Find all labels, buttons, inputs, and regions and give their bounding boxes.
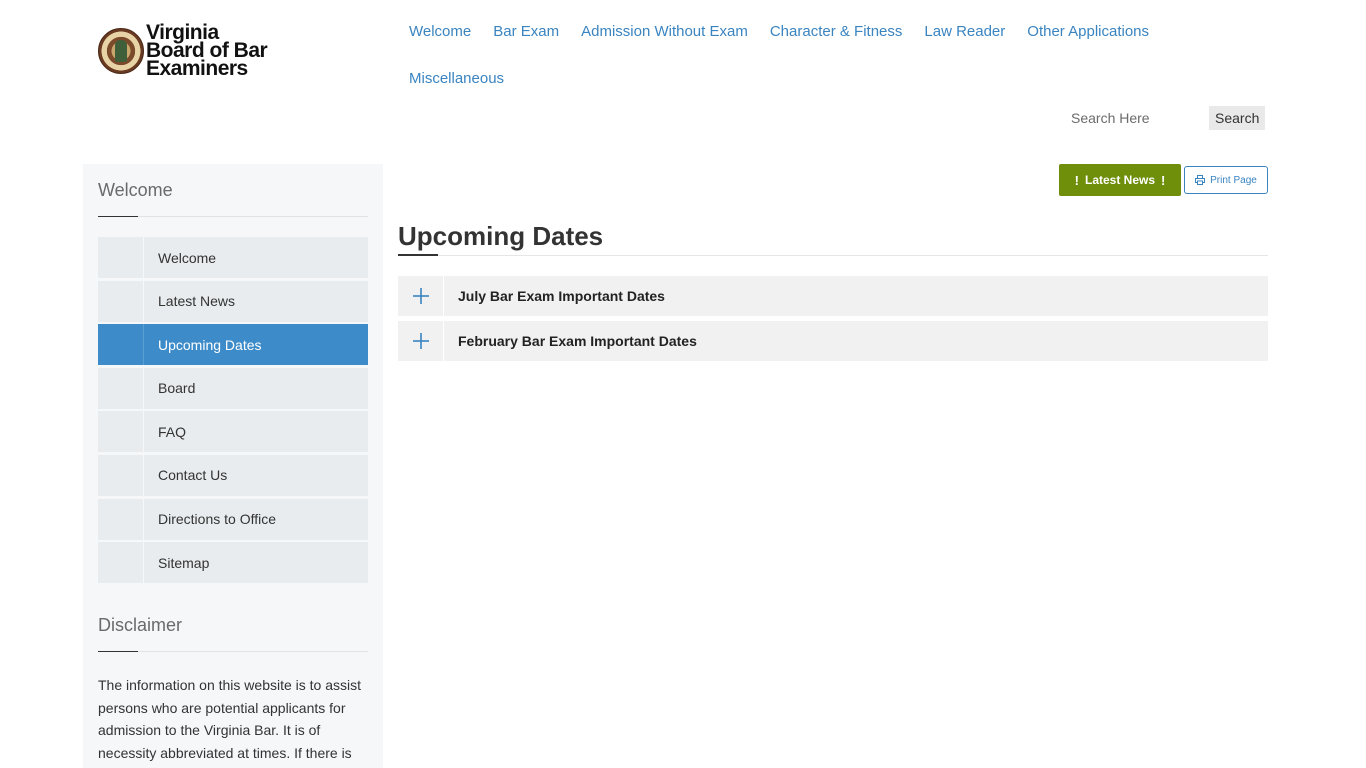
sidebar-item-label: Directions to Office xyxy=(158,511,277,528)
sidebar-item-latest-news[interactable]: Latest News xyxy=(98,280,368,322)
sidebar-item-welcome[interactable]: Welcome xyxy=(98,237,368,278)
main-nav-row-1: Welcome Bar Exam Admission Without Exam … xyxy=(409,19,1289,43)
print-page-button[interactable]: Print Page xyxy=(1184,166,1268,194)
accordion-item-february[interactable]: February Bar Exam Important Dates xyxy=(398,321,1268,361)
sidebar-heading: Welcome xyxy=(98,180,368,217)
accordion-item-label: July Bar Exam Important Dates xyxy=(458,288,665,304)
disclaimer-heading: Disclaimer xyxy=(98,615,368,653)
latest-news-button[interactable]: ! Latest News ! xyxy=(1059,164,1181,196)
sidebar-item-sitemap[interactable]: Sitemap xyxy=(98,542,368,584)
disclaimer-text: The information on this website is to as… xyxy=(98,677,362,768)
exclamation-icon: ! xyxy=(1161,172,1166,188)
printer-icon xyxy=(1195,175,1206,185)
sidebar-item-label: Contact Us xyxy=(158,467,228,484)
sidebar-item-label: FAQ xyxy=(158,423,187,440)
search-input[interactable] xyxy=(1061,106,1209,130)
print-page-label: Print Page xyxy=(1210,174,1257,186)
exclamation-icon: ! xyxy=(1074,172,1079,188)
sidebar-item-label: Sitemap xyxy=(158,554,210,571)
nav-miscellaneous[interactable]: Miscellaneous xyxy=(409,70,504,87)
search-button[interactable]: Search xyxy=(1209,106,1266,130)
latest-news-label: Latest News xyxy=(1084,173,1156,187)
plus-icon xyxy=(398,332,443,350)
logo-text: Virginia Board of Bar Examiners xyxy=(146,22,268,80)
page: Virginia Board of Bar Examiners Welcome … xyxy=(0,0,1366,768)
nav-welcome[interactable]: Welcome xyxy=(409,23,471,40)
nav-law-reader[interactable]: Law Reader xyxy=(924,23,1005,40)
site-logo[interactable]: Virginia Board of Bar Examiners xyxy=(98,22,268,80)
sidebar-item-upcoming-dates[interactable]: Upcoming Dates xyxy=(98,324,368,366)
accordion-item-july[interactable]: July Bar Exam Important Dates xyxy=(398,276,1268,316)
logo-line-3: Examiners xyxy=(146,57,248,80)
nav-other-applications[interactable]: Other Applications xyxy=(1027,23,1149,40)
nav-admission-without-exam[interactable]: Admission Without Exam xyxy=(581,23,748,40)
sidebar-item-board[interactable]: Board xyxy=(98,367,368,409)
main-nav: Welcome Bar Exam Admission Without Exam … xyxy=(409,19,1289,90)
sidebar-item-directions[interactable]: Directions to Office xyxy=(98,498,368,540)
sidebar-menu: Welcome Latest News Upcoming Dates Board… xyxy=(98,237,368,584)
accordion-item-label: February Bar Exam Important Dates xyxy=(458,333,697,349)
search-form: Search xyxy=(1061,106,1266,130)
dates-accordion: July Bar Exam Important Dates February B… xyxy=(398,276,1268,366)
nav-character-fitness[interactable]: Character & Fitness xyxy=(770,23,903,40)
virginia-seal-icon xyxy=(98,28,144,74)
sidebar-item-label: Latest News xyxy=(158,293,236,310)
sidebar-item-label: Upcoming Dates xyxy=(158,336,262,353)
title-underline xyxy=(398,254,438,256)
sidebar-item-contact-us[interactable]: Contact Us xyxy=(98,454,368,496)
sidebar-item-label: Board xyxy=(158,380,196,397)
sidebar: Welcome Welcome Latest News Upcoming Dat… xyxy=(83,164,383,768)
nav-bar-exam[interactable]: Bar Exam xyxy=(493,23,559,40)
plus-icon xyxy=(398,287,443,305)
sidebar-item-faq[interactable]: FAQ xyxy=(98,411,368,453)
page-title: Upcoming Dates xyxy=(398,221,1268,256)
main-nav-row-2: Miscellaneous xyxy=(409,66,1289,90)
sidebar-item-label: Welcome xyxy=(158,249,217,266)
